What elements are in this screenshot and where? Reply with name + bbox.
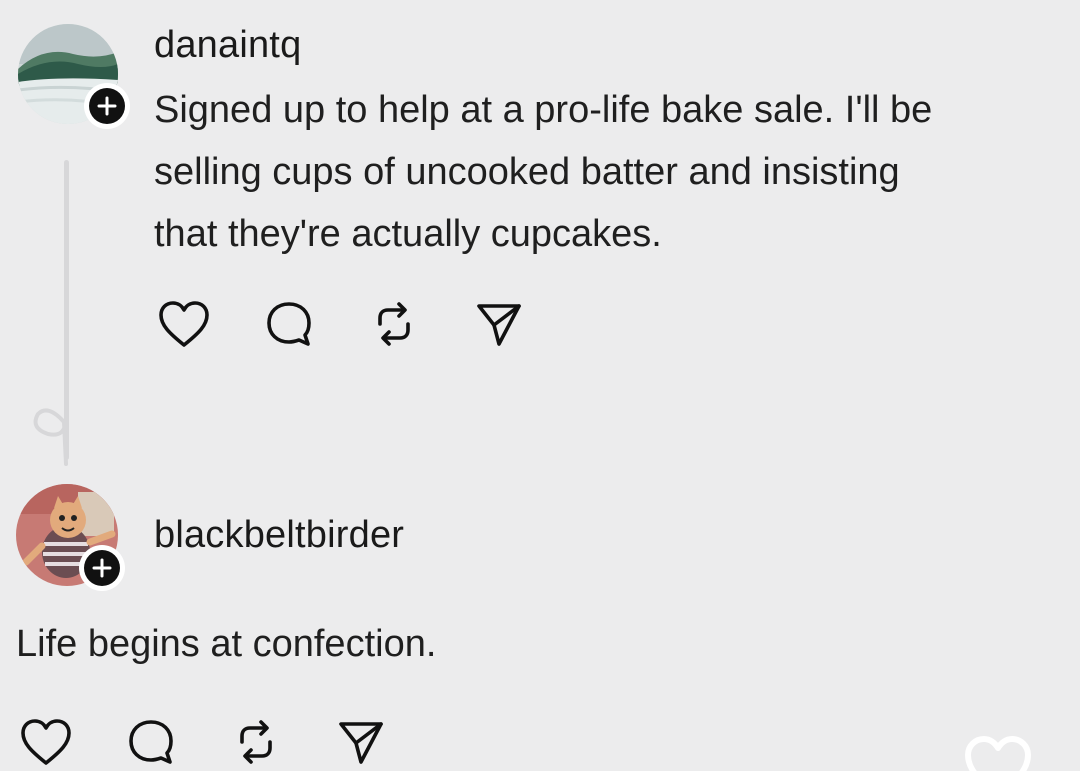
post-actions bbox=[14, 710, 434, 771]
repost-icon bbox=[378, 302, 410, 346]
comment-button[interactable] bbox=[257, 292, 321, 356]
follow-button[interactable] bbox=[84, 83, 130, 129]
thread-connector-icon bbox=[33, 388, 68, 466]
heart-icon bbox=[965, 736, 1031, 771]
repost-icon bbox=[240, 720, 272, 764]
post-actions bbox=[152, 292, 572, 356]
like-button[interactable] bbox=[14, 710, 78, 771]
comment-icon bbox=[267, 302, 311, 346]
username[interactable]: blackbeltbirder bbox=[154, 514, 404, 557]
follow-button[interactable] bbox=[79, 545, 125, 591]
like-button[interactable] bbox=[152, 292, 216, 356]
share-icon bbox=[339, 722, 383, 764]
repost-button[interactable] bbox=[362, 292, 426, 356]
repost-button[interactable] bbox=[224, 710, 288, 771]
post-text-line: that they're actually cupcakes. bbox=[154, 213, 662, 255]
comment-button[interactable] bbox=[119, 710, 183, 771]
plus-icon bbox=[92, 558, 112, 578]
post-text-line: Signed up to help at a pro-life bake sal… bbox=[154, 89, 933, 131]
post-text: Life begins at confection. bbox=[16, 613, 436, 675]
post-text: Signed up to help at a pro-life bake sal… bbox=[154, 79, 932, 265]
thread-view: danaintq Signed up to help at a pro-life… bbox=[0, 0, 1080, 771]
comment-icon bbox=[129, 720, 173, 764]
plus-icon bbox=[97, 96, 117, 116]
post-text-line: Life begins at confection. bbox=[16, 623, 437, 665]
post-text-line: selling cups of uncooked batter and insi… bbox=[154, 151, 900, 193]
share-button[interactable] bbox=[467, 292, 531, 356]
heart-icon bbox=[21, 719, 71, 765]
share-button[interactable] bbox=[329, 710, 393, 771]
share-icon bbox=[477, 304, 521, 346]
heart-icon bbox=[159, 301, 209, 347]
username[interactable]: danaintq bbox=[154, 24, 301, 67]
